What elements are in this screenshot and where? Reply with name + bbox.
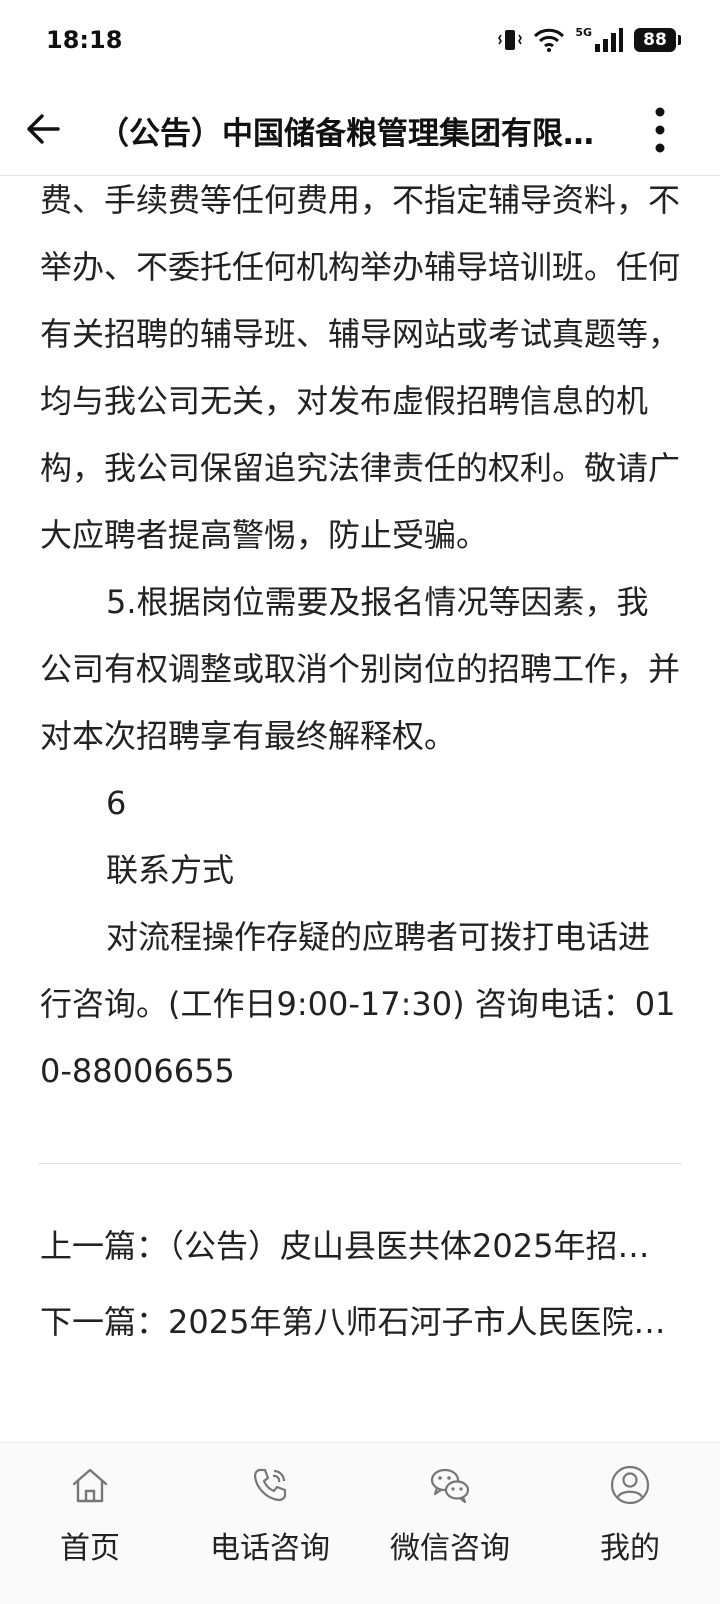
- status-time: 18:18: [46, 26, 123, 54]
- user-icon: [610, 1465, 650, 1505]
- tab-wechat[interactable]: 微信咨询: [360, 1443, 540, 1604]
- tab-profile-label: 我的: [600, 1531, 660, 1566]
- bottom-nav-bar: 首页 电话咨询 微信咨询 我的: [0, 1442, 720, 1604]
- article-paragraph: 5.根据岗位需要及报名情况等因素，我公司有权调整或取消个别岗位的招聘工作，并对本…: [40, 583, 681, 755]
- more-options-button[interactable]: [640, 102, 680, 158]
- tab-phone[interactable]: 电话咨询: [180, 1443, 360, 1604]
- article-paragraph: 联系方式: [106, 851, 235, 889]
- article-scroll-area[interactable]: 费、手续费等任何费用，不指定辅导资料，不举办、不委托任何机构举办辅导培训班。任何…: [0, 177, 720, 1442]
- article-body: 费、手续费等任何费用，不指定辅导资料，不举办、不委托任何机构举办辅导培训班。任何…: [0, 177, 720, 1105]
- vibrate-icon: [498, 30, 523, 50]
- tab-profile[interactable]: 我的: [540, 1443, 720, 1604]
- network-type: 5G: [575, 26, 592, 39]
- signal-icon: [595, 28, 623, 52]
- arrow-left-icon: [27, 114, 60, 144]
- page-title: （公告）中国储备粮管理集团有限公司2025年招聘公告: [98, 116, 598, 152]
- article-paragraph: 费、手续费等任何费用，不指定辅导资料，不举办、不委托任何机构举办辅导培训班。任何…: [40, 181, 681, 554]
- tab-home-label: 首页: [60, 1531, 120, 1566]
- tab-wechat-label: 微信咨询: [390, 1531, 510, 1566]
- battery-indicator: 88: [634, 28, 681, 52]
- app-bar: （公告）中国储备粮管理集团有限公司2025年招聘公告: [0, 82, 720, 176]
- home-icon: [72, 1468, 108, 1503]
- article-paragraph: 对流程操作存疑的应聘者可拨打电话进行咨询。(工作日9:00-17:30) 咨询电…: [40, 918, 676, 1090]
- wechat-icon: [430, 1468, 470, 1504]
- wifi-icon: [534, 28, 565, 52]
- next-article-link[interactable]: 下一篇：2025年第八师石河子市人民医院招聘公告: [0, 1284, 720, 1360]
- tab-phone-label: 电话咨询: [210, 1531, 330, 1566]
- phone-icon: [253, 1468, 287, 1502]
- prev-article-link[interactable]: 上一篇：（公告）皮山县医共体2025年招聘公告: [0, 1208, 720, 1284]
- status-icons: 5G 88: [497, 26, 681, 54]
- status-bar: 18:18 5G 88: [0, 0, 720, 82]
- more-vertical-icon: [655, 107, 665, 153]
- article-nav: 上一篇：（公告）皮山县医共体2025年招聘公告 下一篇：2025年第八师石河子市…: [0, 1208, 720, 1360]
- divider: [38, 1163, 682, 1164]
- tab-home[interactable]: 首页: [0, 1443, 180, 1604]
- article-paragraph: 6: [106, 784, 127, 822]
- back-button[interactable]: [18, 104, 68, 154]
